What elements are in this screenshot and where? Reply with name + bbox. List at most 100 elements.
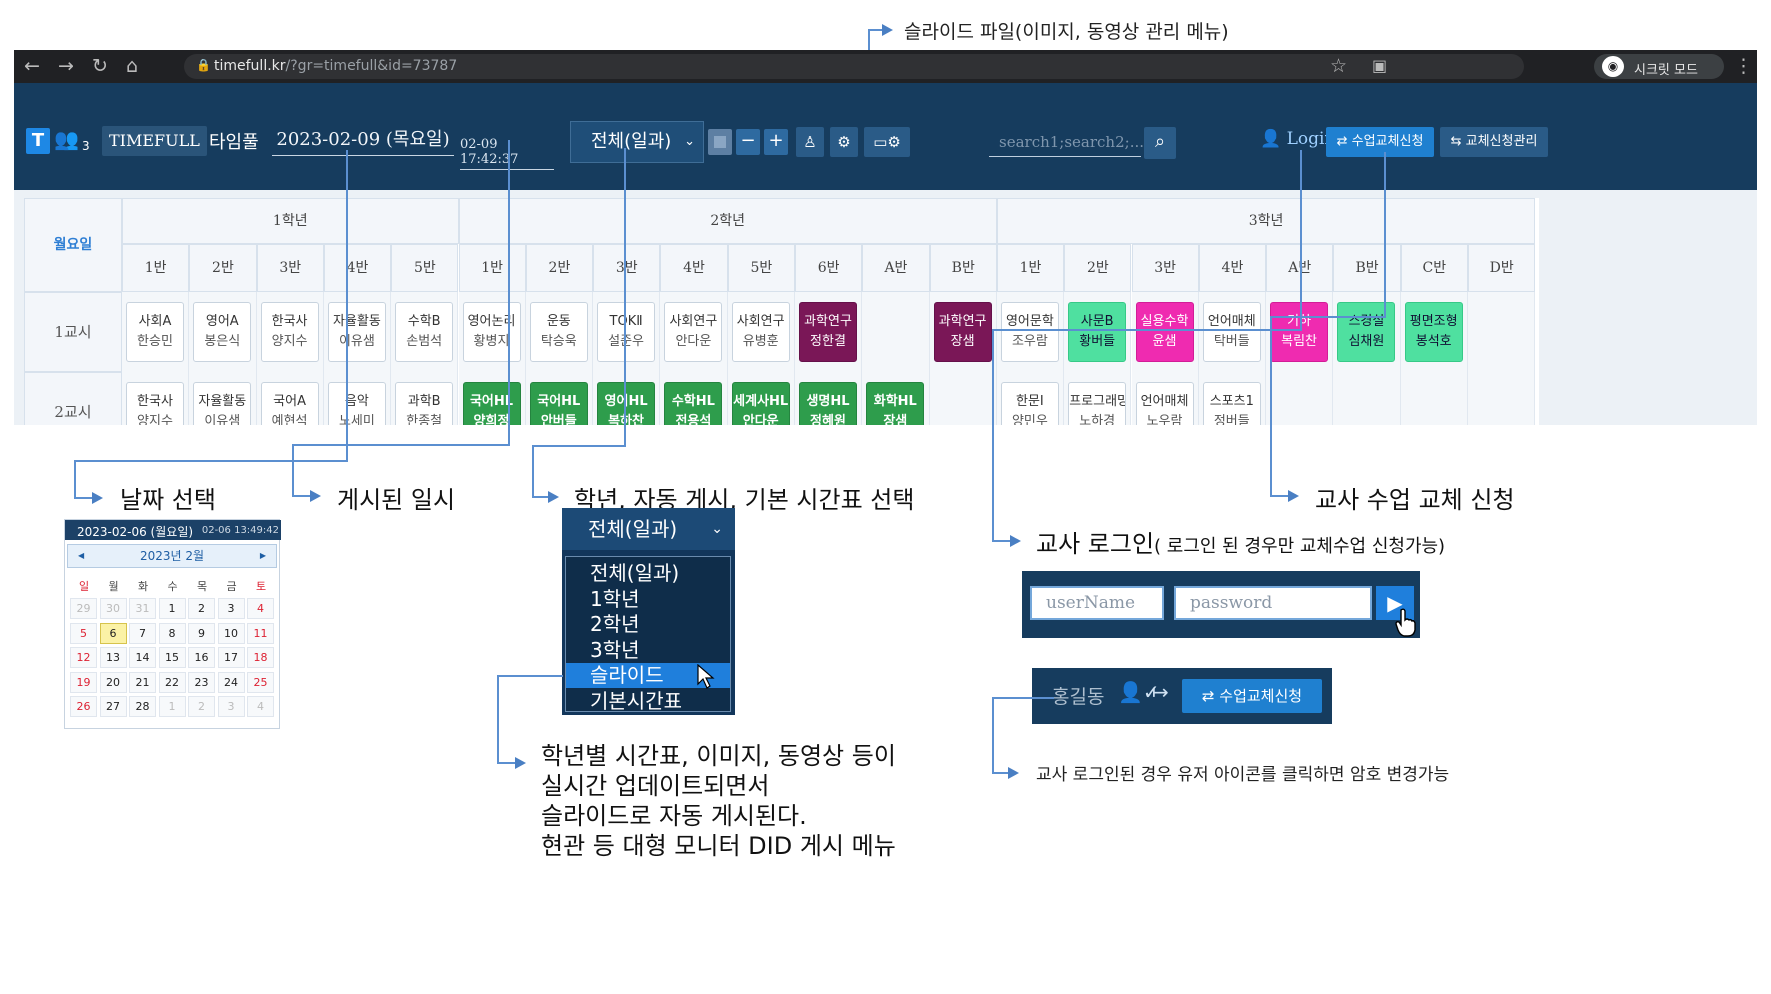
calendar-day[interactable]: 8 — [158, 622, 186, 644]
logout-icon[interactable]: ↦ — [1152, 680, 1169, 704]
dropdown-option[interactable]: 전체(일과) — [566, 561, 730, 586]
grade-select[interactable]: 전체(일과) ⌄ — [570, 121, 704, 163]
calendar-day[interactable]: 3 — [217, 598, 245, 619]
lesson-card[interactable]: 사회A 한승민 — [126, 302, 184, 362]
home-icon[interactable]: ⌂ — [126, 56, 138, 76]
dropdown-selected[interactable]: 전체(일과) ⌄ — [562, 508, 735, 550]
t-badge[interactable]: T — [26, 128, 50, 154]
stop-button[interactable] — [708, 129, 732, 155]
calendar-day[interactable]: 23 — [188, 671, 215, 693]
lesson-card[interactable]: 스경실 심채원 — [1337, 302, 1396, 362]
slide-file-button[interactable]: ▭⚙ — [864, 127, 910, 157]
calendar-day[interactable]: 9 — [188, 622, 215, 644]
lesson-card[interactable]: 과학연구 정한결 — [799, 302, 857, 362]
calendar-day[interactable]: 24 — [217, 671, 245, 693]
lesson-card[interactable]: 과학B 한종철 — [395, 382, 454, 425]
calendar-day[interactable]: 29 — [70, 598, 97, 619]
calendar-day[interactable]: 30 — [99, 598, 127, 619]
search-button[interactable]: ⌕ — [1144, 127, 1176, 159]
lesson-card[interactable]: 사회연구 유병훈 — [731, 302, 790, 362]
dropdown-option[interactable]: 기본시간표 — [566, 689, 730, 714]
calendar-day[interactable]: 28 — [129, 696, 156, 717]
password-input[interactable]: password — [1174, 586, 1372, 620]
calendar-day[interactable]: 4 — [247, 696, 274, 717]
date-selector[interactable]: 2023-02-09 (목요일) — [272, 126, 454, 156]
calendar-day[interactable]: 19 — [70, 671, 97, 693]
zoom-out-button[interactable]: − — [736, 129, 760, 155]
calendar-day[interactable]: 15 — [158, 647, 186, 668]
lesson-card[interactable]: 스포츠1 정버들 — [1202, 382, 1261, 425]
calendar-day[interactable]: 16 — [188, 647, 215, 668]
username-input[interactable]: userName — [1030, 586, 1164, 620]
calendar-day[interactable]: 20 — [99, 671, 127, 693]
brand-button[interactable]: TIMEFULL — [102, 126, 207, 156]
calendar-day[interactable]: 11 — [247, 622, 274, 644]
calendar-day[interactable]: 6 — [99, 622, 127, 644]
dropdown-option[interactable]: 2학년 — [566, 612, 730, 637]
lesson-card[interactable]: 영어HL 복하찬 — [597, 382, 656, 425]
lesson-card[interactable]: 평면조형 봉석호 — [1404, 302, 1463, 362]
calendar-day[interactable]: 14 — [129, 647, 156, 668]
reload-icon[interactable]: ↻ — [92, 56, 108, 76]
lesson-card[interactable]: 국어HL 양희정 — [462, 382, 521, 425]
lesson-card[interactable]: 영어A 봉은식 — [193, 302, 252, 362]
lesson-card[interactable]: 화학HL 장샘 — [866, 382, 925, 425]
incognito-indicator[interactable]: ◉ 시크릿 모드 — [1594, 54, 1724, 79]
search-input[interactable]: search1;search2;... — [989, 127, 1144, 157]
login-link[interactable]: 👤 Login — [1260, 129, 1335, 149]
swap-request-button-logged-in[interactable]: ⇄ 수업교체신청 — [1182, 679, 1322, 713]
reader-mode-icon[interactable]: ▣ — [1372, 56, 1387, 76]
calendar-day[interactable]: 1 — [158, 696, 186, 717]
lesson-card[interactable]: 영어논리 황병지 — [462, 302, 521, 362]
calendar-day[interactable]: 31 — [129, 598, 156, 619]
dropdown-option[interactable]: 3학년 — [566, 638, 730, 663]
lesson-card[interactable]: 수학HL 전용석 — [664, 382, 723, 425]
menu-icon[interactable]: ⋮ — [1734, 56, 1753, 76]
lesson-card[interactable]: 생명HL 정혜원 — [799, 382, 857, 425]
teacher-icon-button[interactable]: ♙ — [796, 127, 824, 157]
swap-manage-button[interactable]: ⇆ 교체신청관리 — [1440, 127, 1548, 157]
calendar-day[interactable]: 2 — [188, 598, 215, 619]
lesson-card[interactable]: 사회연구 안다운 — [664, 302, 723, 362]
lesson-card[interactable]: 사문B 황버들 — [1068, 302, 1127, 362]
calendar-day[interactable]: 26 — [70, 696, 97, 717]
lesson-card[interactable]: 과학연구 장샘 — [933, 302, 992, 362]
lesson-card[interactable]: 국어A 예현석 — [260, 382, 319, 425]
lesson-card[interactable]: 운동 탁승욱 — [529, 302, 588, 362]
lesson-card[interactable]: 자율활동 이유샘 — [193, 382, 252, 425]
dropdown-option[interactable]: 1학년 — [566, 587, 730, 612]
lesson-card[interactable]: 한국사 양지수 — [260, 302, 319, 362]
lesson-card[interactable]: 언어매체 탁버들 — [1202, 302, 1261, 362]
swap-request-button[interactable]: ⇄ 수업교체신청 — [1326, 127, 1434, 157]
next-month-icon[interactable]: ▶ — [260, 545, 266, 567]
lesson-card[interactable]: 수학B 손범석 — [395, 302, 454, 362]
bookmark-star-icon[interactable]: ☆ — [1330, 56, 1347, 76]
lesson-card[interactable]: 실용수학 윤샘 — [1135, 302, 1194, 362]
calendar-day[interactable]: 27 — [99, 696, 127, 717]
calendar-day[interactable]: 18 — [247, 647, 274, 668]
calendar-day[interactable]: 25 — [247, 671, 274, 693]
calendar-day[interactable]: 4 — [247, 598, 274, 619]
lesson-card[interactable]: 자율활동 이유샘 — [327, 302, 386, 362]
calendar-day[interactable]: 21 — [129, 671, 156, 693]
lesson-card[interactable]: 프로그래밍 노하경 — [1068, 382, 1127, 425]
zoom-in-button[interactable]: + — [764, 129, 788, 155]
calendar-day[interactable]: 13 — [99, 647, 127, 668]
calendar-day[interactable]: 5 — [70, 622, 97, 644]
calendar-day[interactable]: 10 — [217, 622, 245, 644]
lesson-card[interactable]: 국어HL 안버들 — [529, 382, 588, 425]
back-icon[interactable]: ← — [24, 56, 40, 76]
forward-icon[interactable]: → — [58, 56, 74, 76]
address-bar[interactable]: 🔒 timefull.kr/?gr=timefull&id=73787 — [184, 54, 1524, 79]
lesson-card[interactable]: 한국사 양지수 — [126, 382, 184, 425]
lesson-card[interactable]: TOKⅡ 설준우 — [597, 302, 656, 362]
calendar-day[interactable]: 7 — [129, 622, 156, 644]
teacher-settings-button[interactable]: ⚙ — [830, 127, 858, 157]
prev-month-icon[interactable]: ◀ — [78, 545, 84, 567]
calendar-day[interactable]: 3 — [217, 696, 245, 717]
lesson-card[interactable]: 영어문학 조우람 — [1000, 302, 1059, 362]
lesson-card[interactable]: 한문Ⅰ 양민우 — [1000, 382, 1059, 425]
calendar-day[interactable]: 17 — [217, 647, 245, 668]
lesson-card[interactable]: 언어매체 노우람 — [1135, 382, 1194, 425]
lesson-card[interactable]: 세계사HL 안다운 — [731, 382, 790, 425]
